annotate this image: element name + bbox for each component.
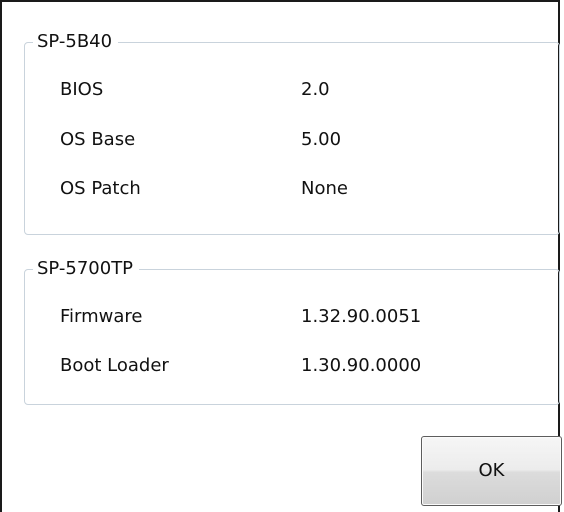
row-os-patch: OS Patch None — [25, 174, 559, 204]
group-title-sp-5b40: SP-5B40 — [33, 31, 119, 53]
ok-button[interactable]: OK — [421, 436, 562, 506]
firmware-label: Firmware — [60, 306, 143, 327]
row-boot-loader: Boot Loader 1.30.90.0000 — [25, 351, 559, 381]
group-sp-5b40: SP-5B40 BIOS 2.0 OS Base 5.00 OS Patch N… — [24, 31, 560, 235]
group-title-sp-5700tp: SP-5700TP — [33, 258, 140, 280]
row-os-base: OS Base 5.00 — [25, 125, 559, 155]
row-firmware: Firmware 1.32.90.0051 — [25, 302, 559, 332]
row-bios: BIOS 2.0 — [25, 75, 559, 105]
boot-loader-label: Boot Loader — [60, 355, 169, 376]
bios-value: 2.0 — [301, 79, 330, 100]
boot-loader-value: 1.30.90.0000 — [301, 355, 422, 376]
os-base-value: 5.00 — [301, 129, 342, 150]
os-base-label: OS Base — [60, 129, 136, 150]
bios-label: BIOS — [60, 79, 104, 100]
group-sp-5700tp: SP-5700TP Firmware 1.32.90.0051 Boot Loa… — [24, 258, 560, 405]
os-patch-value: None — [301, 178, 348, 199]
version-dialog: SP-5B40 BIOS 2.0 OS Base 5.00 OS Patch N… — [0, 0, 562, 512]
os-patch-label: OS Patch — [60, 178, 141, 199]
firmware-value: 1.32.90.0051 — [301, 306, 422, 327]
